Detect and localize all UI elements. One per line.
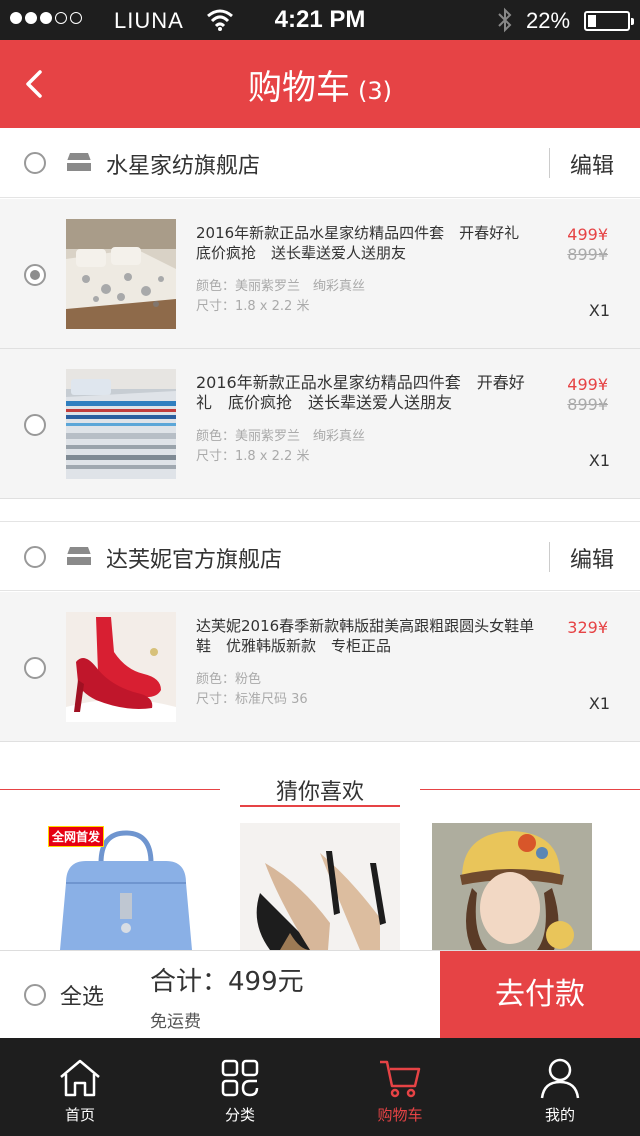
shop-name: 达芙妮官方旗舰店 [106,548,283,573]
divider [549,542,550,572]
divider [420,789,640,790]
item-select-radio[interactable] [24,657,46,679]
item-quantity: X1 [588,694,610,713]
status-bar: LIUNA 4:21 PM 22% [0,0,640,40]
item-price: 329¥ [567,618,608,637]
item-quantity: X1 [588,451,610,470]
recommend-product-hat[interactable] [432,823,592,950]
item-size: 尺寸：标准尺码 36 [196,692,308,707]
item-quantity: X1 [588,301,610,320]
product-image-bedding [66,219,176,329]
recommend-title: 猜你喜欢 [275,780,364,805]
tab-cart[interactable]: 购物车 [320,1038,480,1136]
item-price: 499¥ [567,225,608,244]
edit-button[interactable]: 编辑 [570,542,614,574]
tab-category[interactable]: 分类 [160,1038,320,1136]
select-all-radio[interactable] [24,984,46,1006]
cart-item[interactable]: 2016年新款正品水星家纺精品四件套 开春好礼 底价疯抢 送长辈送爱人送朋友 颜… [0,199,640,349]
tab-home[interactable]: 首页 [0,1038,160,1136]
product-image-bedding [66,369,176,479]
tab-label: 我的 [544,1106,575,1124]
item-size: 尺寸：1.8 x 2.2 米 [196,299,310,314]
tab-label: 购物车 [377,1106,423,1124]
item-color: 颜色：美丽紫罗兰 绚彩真丝 [196,279,366,294]
cart-count: (3) [358,77,392,105]
item-original-price: 899¥ [567,395,608,414]
item-title: 2016年新款正品水星家纺精品四件套 开春好礼 底价疯抢 送长辈送爱人送朋友 [196,224,535,262]
checkout-bar: 全选 合计：499元 免运费 去付款 [0,950,640,1039]
item-title: 达芙妮2016春季新款韩版甜美高跟粗跟圆头女鞋单鞋 优雅韩版新款 专柜正品 [196,617,535,655]
cart-icon [380,1060,421,1098]
shipping-note: 免运费 [150,1012,201,1032]
category-icon [221,1059,259,1097]
item-price: 499¥ [567,375,608,394]
store-icon [67,153,91,171]
edit-button[interactable]: 编辑 [570,148,614,180]
shop-select-radio[interactable] [24,152,46,174]
battery-icon [584,11,634,31]
item-original-price: 899¥ [567,245,608,264]
item-size: 尺寸：1.8 x 2.2 米 [196,449,310,464]
battery-percent: 22% [526,8,571,33]
page-title: 购物车 (3) [0,60,640,109]
cart-item[interactable]: 2016年新款正品水星家纺精品四件套 开春好礼 底价疯抢 送长辈送爱人送朋友 颜… [0,349,640,499]
shop-header: 水星家纺旗舰店 编辑 [0,128,640,198]
tab-bar: 首页 分类 购物车 我的 [0,1038,640,1136]
user-icon [540,1058,580,1099]
tab-label: 首页 [64,1106,95,1124]
page-title-text: 购物车 [248,68,350,108]
shop-name: 水星家纺旗舰店 [106,154,261,179]
store-icon [67,547,91,565]
item-color: 颜色：粉色 [196,672,262,687]
tab-label: 分类 [224,1106,255,1124]
cart-item[interactable]: 达芙妮2016春季新款韩版甜美高跟粗跟圆头女鞋单鞋 优雅韩版新款 专柜正品 颜色… [0,592,640,742]
item-color: 颜色：美丽紫罗兰 绚彩真丝 [196,429,366,444]
divider [549,148,550,178]
divider [0,789,220,790]
bluetooth-icon [498,7,512,33]
tab-profile[interactable]: 我的 [480,1038,640,1136]
item-select-radio[interactable] [24,264,46,286]
recommend-product-heels[interactable] [240,823,400,950]
shop-select-radio[interactable] [24,546,46,568]
item-title: 2016年新款正品水星家纺精品四件套 开春好礼 底价疯抢 送长辈送爱人送朋友 [196,373,525,412]
item-select-radio[interactable] [24,414,46,436]
shop-header: 达芙妮官方旗舰店 编辑 [0,521,640,591]
product-image-shoes [66,612,176,722]
badge-label: 全网首发 [48,826,105,847]
section-gap [0,500,640,521]
home-icon [60,1059,100,1097]
pay-button[interactable]: 去付款 [440,951,640,1039]
nav-header: 购物车 (3) [0,40,640,128]
total-price: 合计：499元 [150,967,304,997]
select-all-label[interactable]: 全选 [60,979,104,1011]
recommend-underline [240,805,400,807]
